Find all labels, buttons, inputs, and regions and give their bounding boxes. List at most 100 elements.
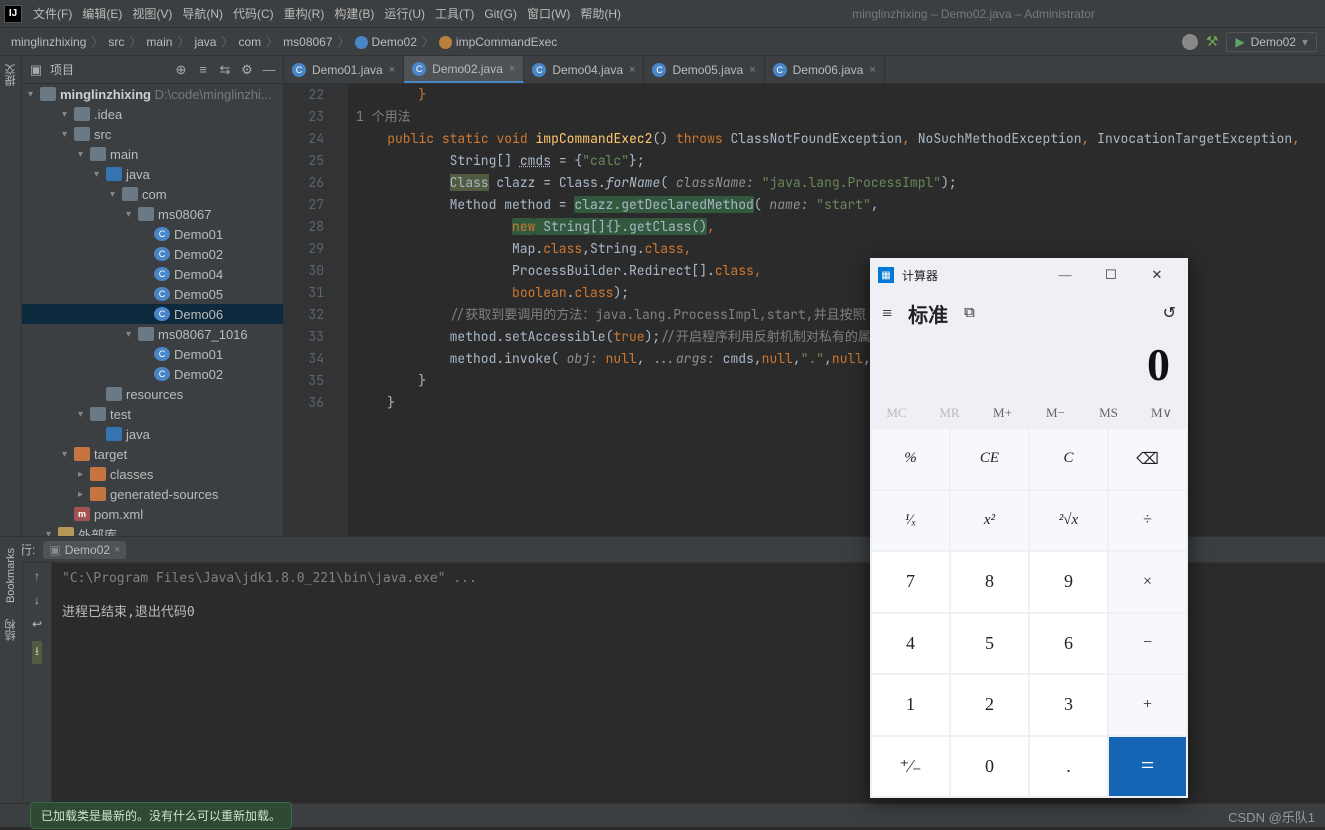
breadcrumb-item[interactable]: main xyxy=(143,35,175,49)
calc-key[interactable]: ²√x xyxy=(1030,491,1107,551)
calc-titlebar[interactable]: ▦ 计算器 — ☐ ✕ xyxy=(870,258,1188,292)
menu-item[interactable]: 窗口(W) xyxy=(522,7,575,21)
menu-item[interactable]: 工具(T) xyxy=(430,7,479,21)
calc-key[interactable]: 1 xyxy=(872,675,949,735)
editor-tab[interactable]: CDemo01.java× xyxy=(284,56,404,83)
calc-key[interactable]: ÷ xyxy=(1109,491,1186,551)
calc-key[interactable]: 3 xyxy=(1030,675,1107,735)
tree-item[interactable]: ▾外部库 xyxy=(22,524,283,536)
calc-key[interactable]: ⌫ xyxy=(1109,429,1186,489)
tree-item[interactable]: ▾src xyxy=(22,124,283,144)
breadcrumb-item[interactable]: src xyxy=(105,35,127,49)
menu-item[interactable]: 运行(U) xyxy=(379,7,430,21)
calc-mem-button[interactable]: M+ xyxy=(976,399,1029,427)
collapse-icon[interactable]: ⇆ xyxy=(217,62,233,78)
breadcrumb-item[interactable]: java xyxy=(191,35,219,49)
calc-key[interactable]: = xyxy=(1109,737,1186,797)
breadcrumb-item[interactable]: com xyxy=(235,35,264,49)
close-button[interactable]: ✕ xyxy=(1134,258,1180,292)
bookmarks-tab[interactable]: Bookmarks xyxy=(2,540,20,611)
tree-item[interactable]: ▾ms08067_1016 xyxy=(22,324,283,344)
calc-key[interactable]: C xyxy=(1030,429,1107,489)
tree-item[interactable]: ▸classes xyxy=(22,464,283,484)
calc-key[interactable]: × xyxy=(1109,552,1186,612)
menu-item[interactable]: 重构(R) xyxy=(279,7,330,21)
tree-item[interactable]: ▾java xyxy=(22,164,283,184)
menu-item[interactable]: Git(G) xyxy=(479,7,522,21)
run-tab[interactable]: ▣Demo02× xyxy=(43,541,126,559)
structure-tab[interactable]: 结构 xyxy=(0,611,22,649)
tree-item[interactable]: ▾target xyxy=(22,444,283,464)
calc-key[interactable]: 8 xyxy=(951,552,1028,612)
tree-item[interactable]: CDemo02 xyxy=(22,244,283,264)
tree-item[interactable]: java xyxy=(22,424,283,444)
calc-key[interactable]: 0 xyxy=(951,737,1028,797)
tree-item[interactable]: CDemo05 xyxy=(22,284,283,304)
commit-tab[interactable]: 提交 xyxy=(0,56,22,94)
calc-key[interactable]: 7 xyxy=(872,552,949,612)
menu-item[interactable]: 帮助(H) xyxy=(575,7,626,21)
calc-key[interactable]: CE xyxy=(951,429,1028,489)
editor-tab[interactable]: CDemo02.java× xyxy=(404,56,524,83)
calc-mem-button[interactable]: MS xyxy=(1082,399,1135,427)
calc-key[interactable]: 9 xyxy=(1030,552,1107,612)
calc-menu-icon[interactable]: ≡ xyxy=(882,303,892,324)
calc-key[interactable]: ⁺⁄₋ xyxy=(872,737,949,797)
breadcrumb-item[interactable]: impCommandExec xyxy=(436,35,560,49)
settings-icon[interactable]: ⚙ xyxy=(239,62,255,78)
user-icon[interactable] xyxy=(1182,34,1198,50)
menu-item[interactable]: 视图(V) xyxy=(127,7,177,21)
calculator-window[interactable]: ▦ 计算器 — ☐ ✕ ≡ 标准 ⧉ ↺ 0 MCMRM+M−MSM∨ %CEC… xyxy=(870,258,1188,798)
editor-tab[interactable]: CDemo05.java× xyxy=(644,56,764,83)
calc-key[interactable]: ¹⁄ₓ xyxy=(872,491,949,551)
minimize-button[interactable]: — xyxy=(1042,258,1088,292)
expand-icon[interactable]: ≡ xyxy=(195,62,211,78)
tree-item[interactable]: CDemo01 xyxy=(22,344,283,364)
menu-item[interactable]: 构建(B) xyxy=(329,7,379,21)
calc-key[interactable]: 6 xyxy=(1030,614,1107,674)
menu-item[interactable]: 代码(C) xyxy=(228,7,279,21)
editor-tab[interactable]: CDemo06.java× xyxy=(765,56,885,83)
calc-history-icon[interactable]: ↺ xyxy=(1163,303,1176,323)
calc-key[interactable]: . xyxy=(1030,737,1107,797)
step-up-icon[interactable]: ↑ xyxy=(34,569,40,583)
tree-item[interactable]: ▾com xyxy=(22,184,283,204)
calc-key[interactable]: % xyxy=(872,429,949,489)
step-down-icon[interactable]: ↓ xyxy=(34,593,40,607)
run-config-selector[interactable]: ▶ Demo02 ▾ xyxy=(1226,32,1317,52)
locate-icon[interactable]: ⊕ xyxy=(173,62,189,78)
calc-key[interactable]: x² xyxy=(951,491,1028,551)
wrap-icon[interactable]: ↩ xyxy=(32,617,42,631)
tree-item[interactable]: ▾.idea xyxy=(22,104,283,124)
menu-item[interactable]: 文件(F) xyxy=(28,7,77,21)
tree-item[interactable]: CDemo02 xyxy=(22,364,283,384)
calc-key[interactable]: − xyxy=(1109,614,1186,674)
editor-tab[interactable]: CDemo04.java× xyxy=(524,56,644,83)
calc-key[interactable]: 2 xyxy=(951,675,1028,735)
scroll-end-icon[interactable]: ⭳ xyxy=(32,641,42,664)
project-root[interactable]: ▾ minglinzhixing D:\code\minglinzhi... xyxy=(22,84,283,104)
tree-item[interactable]: CDemo01 xyxy=(22,224,283,244)
tree-item[interactable]: mpom.xml xyxy=(22,504,283,524)
build-icon[interactable]: ⚒ xyxy=(1206,33,1219,50)
calc-key[interactable]: + xyxy=(1109,675,1186,735)
calc-key[interactable]: 4 xyxy=(872,614,949,674)
menu-item[interactable]: 导航(N) xyxy=(177,7,228,21)
calc-ontop-icon[interactable]: ⧉ xyxy=(964,304,975,322)
menu-item[interactable]: 编辑(E) xyxy=(77,7,127,21)
calc-mem-button[interactable]: M− xyxy=(1029,399,1082,427)
calc-mem-button[interactable]: M∨ xyxy=(1135,399,1188,427)
tree-item[interactable]: ▾ms08067 xyxy=(22,204,283,224)
tree-item[interactable]: resources xyxy=(22,384,283,404)
breadcrumb-item[interactable]: Demo02 xyxy=(352,35,420,49)
breadcrumb-item[interactable]: minglinzhixing xyxy=(8,35,89,49)
project-tree[interactable]: ▾ minglinzhixing D:\code\minglinzhi... ▾… xyxy=(22,84,283,536)
tree-item[interactable]: ▾main xyxy=(22,144,283,164)
hide-icon[interactable]: — xyxy=(261,62,277,78)
tree-item[interactable]: CDemo06 xyxy=(22,304,283,324)
tree-item[interactable]: ▸generated-sources xyxy=(22,484,283,504)
calc-key[interactable]: 5 xyxy=(951,614,1028,674)
breadcrumb-item[interactable]: ms08067 xyxy=(280,35,335,49)
maximize-button[interactable]: ☐ xyxy=(1088,258,1134,292)
tree-item[interactable]: CDemo04 xyxy=(22,264,283,284)
